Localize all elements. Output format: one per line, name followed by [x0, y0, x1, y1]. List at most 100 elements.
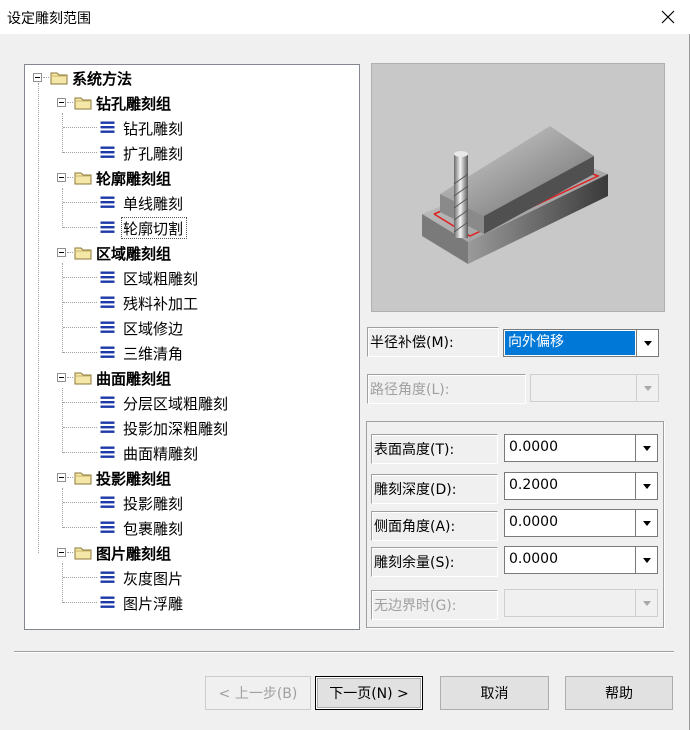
dialog-window: 设定雕刻范围 系统方法钻孔雕刻组钻孔雕刻扩孔雕刻轮廓雕刻组单线雕刻轮廓切割区域雕…	[0, 0, 690, 730]
side-angle-input[interactable]: 0.0000	[504, 509, 658, 537]
radius-comp-select[interactable]: 向外偏移	[503, 329, 659, 357]
cancel-button[interactable]: 取消	[440, 676, 549, 710]
tree-label: 扩孔雕刻	[123, 145, 184, 163]
tree-label: 投影加深粗雕刻	[123, 420, 229, 438]
tree-label: 单线雕刻	[123, 195, 184, 213]
tree-item-3-1[interactable]: 投影加深粗雕刻	[25, 418, 359, 438]
no-border-label: 无边界时(G):	[371, 590, 498, 620]
radius-comp-label: 半径补偿(M):	[367, 327, 499, 357]
tree-item-4-1[interactable]: 包裹雕刻	[25, 518, 359, 538]
dropdown-button[interactable]	[635, 510, 657, 536]
tree-item-5-1[interactable]: 图片浮雕	[25, 593, 359, 613]
tree-label: 三维清角	[123, 345, 184, 363]
tree-group-2[interactable]: 区域雕刻组	[25, 243, 359, 263]
engrave-depth-input[interactable]: 0.2000	[504, 472, 658, 500]
collapse-toggle[interactable]	[33, 73, 42, 82]
method-icon	[100, 446, 115, 459]
tree-item-0-0[interactable]: 钻孔雕刻	[25, 118, 359, 138]
collapse-toggle[interactable]	[57, 248, 66, 257]
tree-group-1[interactable]: 轮廓雕刻组	[25, 168, 359, 188]
surface-height-value: 0.0000	[509, 439, 558, 455]
tree-item-1-1[interactable]: 轮廓切割	[25, 217, 359, 239]
close-button[interactable]	[646, 0, 690, 34]
tree-group-3[interactable]: 曲面雕刻组	[25, 368, 359, 388]
folder-icon	[74, 171, 92, 185]
dropdown-button[interactable]	[636, 375, 658, 401]
tree-item-2-3[interactable]: 三维清角	[25, 343, 359, 363]
chevron-down-icon	[643, 385, 652, 391]
tree-label: 钻孔雕刻	[123, 120, 184, 138]
tree-item-3-0[interactable]: 分层区域粗雕刻	[25, 393, 359, 413]
chevron-down-icon	[642, 557, 651, 563]
collapse-toggle[interactable]	[57, 373, 66, 382]
tree-line	[63, 277, 97, 278]
tree-label: 曲面雕刻组	[96, 370, 172, 388]
tree-line	[63, 427, 97, 428]
method-icon	[100, 296, 115, 309]
chevron-down-icon	[642, 600, 651, 606]
tree-group-0[interactable]: 钻孔雕刻组	[25, 93, 359, 113]
tree-group-4[interactable]: 投影雕刻组	[25, 468, 359, 488]
tree-label: 曲面精雕刻	[123, 445, 199, 463]
dropdown-button[interactable]	[635, 590, 657, 616]
tree-line	[63, 202, 97, 203]
surface-height-label: 表面高度(T):	[371, 434, 498, 464]
tree-label: 灰度图片	[123, 570, 184, 588]
tree-item-3-2[interactable]: 曲面精雕刻	[25, 443, 359, 463]
tree-line	[67, 177, 73, 178]
tree-label: 包裹雕刻	[123, 520, 184, 538]
path-angle-label: 路径角度(L):	[367, 374, 526, 404]
tree-item-1-0[interactable]: 单线雕刻	[25, 193, 359, 213]
tree-item-2-1[interactable]: 残料补加工	[25, 293, 359, 313]
dropdown-button[interactable]	[635, 547, 657, 573]
folder-icon	[74, 96, 92, 110]
tree-line	[63, 602, 97, 603]
tree-item-5-0[interactable]: 灰度图片	[25, 568, 359, 588]
prev-button[interactable]: < 上一步(B)	[205, 676, 311, 710]
engrave-depth-value: 0.2000	[509, 477, 558, 493]
dropdown-button[interactable]	[635, 473, 657, 499]
separator	[14, 651, 674, 653]
tree-line	[67, 377, 73, 378]
tree-line	[63, 227, 97, 228]
tree-label: 区域修边	[123, 320, 184, 338]
tree-label: 区域雕刻组	[96, 245, 172, 263]
dropdown-button[interactable]	[635, 435, 657, 461]
surface-height-input[interactable]: 0.0000	[504, 434, 658, 462]
chevron-down-icon	[642, 520, 651, 526]
tree-line	[63, 327, 97, 328]
collapse-toggle[interactable]	[57, 548, 66, 557]
method-icon	[100, 221, 115, 234]
method-icon	[100, 421, 115, 434]
chevron-down-icon	[642, 445, 651, 451]
method-tree[interactable]: 系统方法钻孔雕刻组钻孔雕刻扩孔雕刻轮廓雕刻组单线雕刻轮廓切割区域雕刻组区域粗雕刻…	[24, 64, 360, 630]
collapse-toggle[interactable]	[57, 98, 66, 107]
tree-line	[63, 152, 97, 153]
engrave-allowance-input[interactable]: 0.0000	[504, 546, 658, 574]
method-icon	[100, 521, 115, 534]
method-icon	[100, 496, 115, 509]
dropdown-button[interactable]	[636, 330, 658, 356]
tree-line	[67, 552, 73, 553]
tree-group-5[interactable]: 图片雕刻组	[25, 543, 359, 563]
collapse-toggle[interactable]	[57, 173, 66, 182]
tree-line	[63, 352, 97, 353]
tree-item-4-0[interactable]: 投影雕刻	[25, 493, 359, 513]
engrave-depth-label: 雕刻深度(D):	[371, 474, 498, 504]
path-angle-select[interactable]	[530, 374, 659, 402]
preview-image	[371, 63, 665, 312]
folder-icon	[74, 471, 92, 485]
help-button[interactable]: 帮助	[565, 676, 673, 710]
next-button[interactable]: 下一页(N) >	[315, 676, 423, 710]
tree-group-root[interactable]: 系统方法	[25, 68, 359, 88]
folder-icon	[50, 71, 68, 85]
title-bar: 设定雕刻范围	[0, 0, 690, 34]
tree-item-2-2[interactable]: 区域修边	[25, 318, 359, 338]
tree-line	[67, 102, 73, 103]
no-border-select[interactable]	[504, 589, 658, 617]
tree-item-2-0[interactable]: 区域粗雕刻	[25, 268, 359, 288]
tree-line	[63, 127, 97, 128]
radius-comp-value: 向外偏移	[505, 331, 635, 355]
tree-item-0-1[interactable]: 扩孔雕刻	[25, 143, 359, 163]
collapse-toggle[interactable]	[57, 473, 66, 482]
